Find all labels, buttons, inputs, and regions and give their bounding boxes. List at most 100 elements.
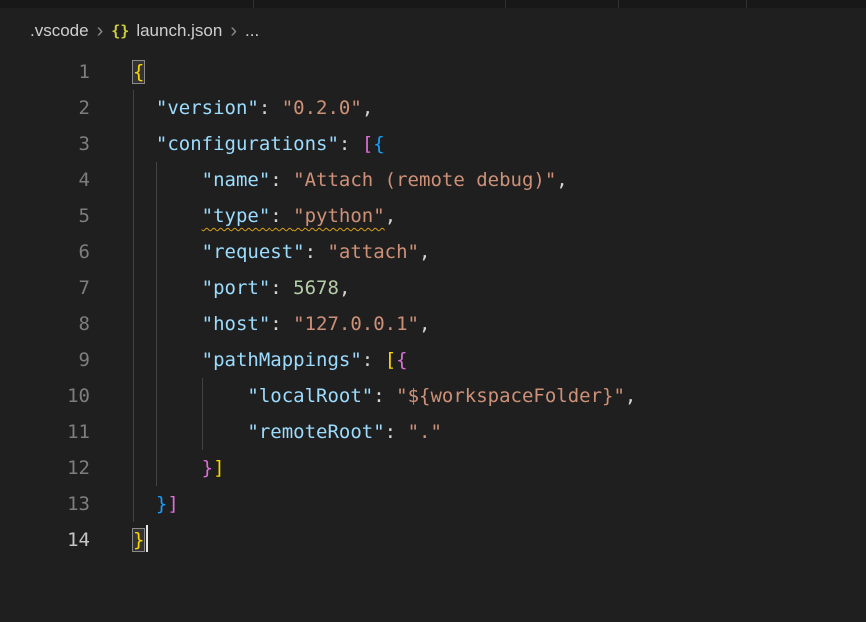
code-content[interactable]: }] [133, 486, 179, 522]
code-line[interactable]: 13 }] [0, 486, 866, 522]
code-line[interactable]: 1{ [0, 54, 866, 90]
token: , [419, 313, 430, 335]
indent-guide [156, 342, 157, 378]
matched-bracket: { [133, 61, 144, 83]
code-content[interactable]: }] [133, 450, 225, 486]
token: : [259, 97, 282, 119]
token: "name" [202, 169, 271, 191]
token: : [373, 385, 396, 407]
token [133, 421, 247, 443]
code-line[interactable]: 9 "pathMappings": [{ [0, 342, 866, 378]
token: "type" [202, 205, 271, 227]
indent-guide [156, 162, 157, 198]
indent-guide [133, 162, 134, 198]
code-content[interactable]: "version": "0.2.0", [133, 90, 373, 126]
breadcrumb-symbol-more[interactable]: ... [245, 21, 259, 41]
indent-guide [133, 414, 134, 450]
token: ] [213, 457, 224, 479]
line-number[interactable]: 3 [0, 126, 90, 162]
indent-guide [133, 486, 134, 522]
indent-guide [133, 378, 134, 414]
code-content[interactable]: } [133, 522, 148, 558]
token: "port" [202, 277, 271, 299]
breadcrumb-file[interactable]: launch.json [136, 21, 222, 41]
token [133, 277, 202, 299]
indent-guide [133, 90, 134, 126]
line-number[interactable]: 11 [0, 414, 90, 450]
code-line[interactable]: 8 "host": "127.0.0.1", [0, 306, 866, 342]
token: : [270, 313, 293, 335]
code-line[interactable]: 12 }] [0, 450, 866, 486]
line-number[interactable]: 8 [0, 306, 90, 342]
code-content[interactable]: "type": "python", [133, 198, 396, 234]
code-content[interactable]: "port": 5678, [133, 270, 350, 306]
line-number[interactable]: 14 [0, 522, 90, 558]
token: } [156, 493, 167, 515]
token: ] [167, 493, 178, 515]
code-content[interactable]: "pathMappings": [{ [133, 342, 408, 378]
token: "host" [202, 313, 271, 335]
editor[interactable]: 1{2 "version": "0.2.0",3 "configurations… [0, 54, 866, 558]
json-file-icon: {} [111, 22, 129, 40]
line-number[interactable]: 7 [0, 270, 90, 306]
token: , [556, 169, 567, 191]
token: "127.0.0.1" [293, 313, 419, 335]
token: { [396, 349, 407, 371]
token: } [202, 457, 213, 479]
token [133, 205, 202, 227]
code-content[interactable]: "configurations": [{ [133, 126, 385, 162]
line-number[interactable]: 2 [0, 90, 90, 126]
token: "pathMappings" [202, 349, 362, 371]
line-number[interactable]: 1 [0, 54, 90, 90]
token: : [270, 169, 293, 191]
code-line[interactable]: 7 "port": 5678, [0, 270, 866, 306]
matched-bracket: } [133, 529, 144, 551]
token: "${workspaceFolder}" [396, 385, 625, 407]
code-content[interactable]: "remoteRoot": "." [133, 414, 442, 450]
line-number[interactable]: 12 [0, 450, 90, 486]
line-number[interactable]: 9 [0, 342, 90, 378]
line-number[interactable]: 10 [0, 378, 90, 414]
token: "attach" [327, 241, 419, 263]
tab-separator [505, 0, 506, 8]
tab-separator [618, 0, 619, 8]
token: "python" [293, 205, 385, 227]
breadcrumb-folder[interactable]: .vscode [30, 21, 89, 41]
indent-guide [133, 234, 134, 270]
code-line[interactable]: 11 "remoteRoot": "." [0, 414, 866, 450]
code-content[interactable]: { [133, 54, 144, 90]
token: { [373, 133, 384, 155]
code-line[interactable]: 14} [0, 522, 866, 558]
code-line[interactable]: 2 "version": "0.2.0", [0, 90, 866, 126]
indent-guide [133, 270, 134, 306]
token [133, 241, 202, 263]
code-content[interactable]: "host": "127.0.0.1", [133, 306, 430, 342]
code-line[interactable]: 4 "name": "Attach (remote debug)", [0, 162, 866, 198]
token [133, 457, 202, 479]
code-content[interactable]: "name": "Attach (remote debug)", [133, 162, 568, 198]
line-number[interactable]: 13 [0, 486, 90, 522]
token: "request" [202, 241, 305, 263]
line-number[interactable]: 5 [0, 198, 90, 234]
indent-guide [156, 414, 157, 450]
line-number[interactable]: 4 [0, 162, 90, 198]
token: : [305, 241, 328, 263]
indent-guide [133, 450, 134, 486]
token: "Attach (remote debug)" [293, 169, 556, 191]
token [133, 385, 247, 407]
code-line[interactable]: 10 "localRoot": "${workspaceFolder}", [0, 378, 866, 414]
chevron-right-icon: › [97, 21, 104, 41]
line-number[interactable]: 6 [0, 234, 90, 270]
code-content[interactable]: "localRoot": "${workspaceFolder}", [133, 378, 636, 414]
token [133, 493, 156, 515]
code-line[interactable]: 6 "request": "attach", [0, 234, 866, 270]
token: "configurations" [156, 133, 339, 155]
code-line[interactable]: 5 "type": "python", [0, 198, 866, 234]
code-content[interactable]: "request": "attach", [133, 234, 430, 270]
code-lines: 1{2 "version": "0.2.0",3 "configurations… [0, 54, 866, 558]
indent-guide [133, 306, 134, 342]
code-line[interactable]: 3 "configurations": [{ [0, 126, 866, 162]
token: "version" [156, 97, 259, 119]
token [133, 313, 202, 335]
tab-bar-edge [0, 0, 866, 8]
